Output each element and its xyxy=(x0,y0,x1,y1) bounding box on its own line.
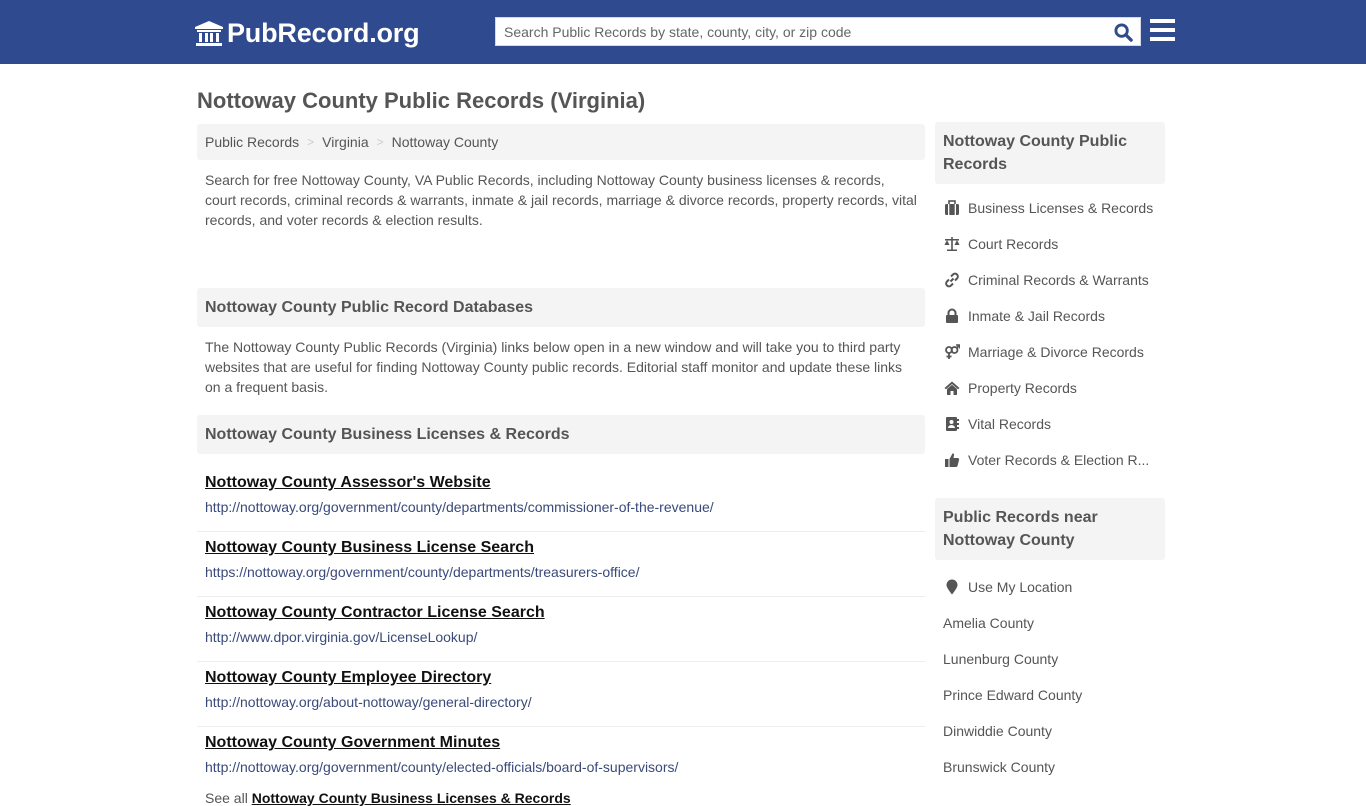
lock-icon xyxy=(943,308,960,324)
sidebar-item-label: Criminal Records & Warrants xyxy=(968,272,1149,288)
menu-bar-icon xyxy=(1150,37,1175,41)
search-button[interactable] xyxy=(1110,20,1136,44)
sidebar-item-voter-records[interactable]: Voter Records & Election R... xyxy=(935,442,1165,478)
sidebar-item-label: Business Licenses & Records xyxy=(968,200,1154,216)
search-bar xyxy=(495,17,1141,46)
nearby-county-link[interactable]: Amelia County xyxy=(935,605,1165,641)
logo-text: PubRecord.org xyxy=(227,18,420,48)
search-icon xyxy=(1113,22,1133,42)
page-title: Nottoway County Public Records (Virginia… xyxy=(197,88,646,113)
databases-description: The Nottoway County Public Records (Virg… xyxy=(205,339,903,395)
map-marker-icon xyxy=(943,579,960,595)
thumbs-up-icon xyxy=(943,452,960,468)
nearby-county-link[interactable]: Prince Edward County xyxy=(935,677,1165,713)
site-logo[interactable]: PubRecord.org xyxy=(195,18,420,49)
briefcase-icon xyxy=(943,200,960,216)
databases-heading: Nottoway County Public Record Databases xyxy=(197,288,925,327)
sidebar-records-list: Business Licenses & Records Court Record… xyxy=(935,184,1165,478)
see-all-prefix: See all xyxy=(205,790,248,806)
menu-bar-icon xyxy=(1150,19,1175,23)
intro-text: Search for free Nottoway County, VA Publ… xyxy=(205,172,917,228)
sidebar-item-label: Property Records xyxy=(968,380,1077,396)
breadcrumb-separator: > xyxy=(376,135,384,149)
breadcrumb-virginia[interactable]: Virginia xyxy=(322,134,368,150)
sidebar-item-label: Court Records xyxy=(968,236,1059,252)
sidebar-item-marriage-records[interactable]: Marriage & Divorce Records xyxy=(935,334,1165,370)
use-my-location-label: Use My Location xyxy=(968,579,1073,595)
sidebar-item-property-records[interactable]: Property Records xyxy=(935,370,1165,406)
record-link-title[interactable]: Nottoway County Assessor's Website xyxy=(205,473,917,493)
use-my-location-button[interactable]: Use My Location xyxy=(935,569,1165,605)
breadcrumb-public-records[interactable]: Public Records xyxy=(205,134,299,150)
record-link-title[interactable]: Nottoway County Business License Search xyxy=(205,538,917,558)
balance-scale-icon xyxy=(943,236,960,252)
list-item: Nottoway County Business License Search … xyxy=(197,532,925,597)
see-all-row: See all Nottoway County Business License… xyxy=(197,790,925,806)
courthouse-icon xyxy=(195,20,223,46)
address-book-icon xyxy=(943,416,960,432)
record-link-url: https://nottoway.org/government/county/d… xyxy=(205,564,640,580)
list-item: Nottoway County Assessor's Website http:… xyxy=(197,467,925,532)
see-all-link[interactable]: Nottoway County Business Licenses & Reco… xyxy=(252,790,571,806)
hamburger-menu-button[interactable] xyxy=(1150,19,1175,43)
business-links-list: Nottoway County Assessor's Website http:… xyxy=(197,467,925,792)
sidebar-nearby-list: Use My Location Amelia County Lunenburg … xyxy=(935,560,1165,785)
list-item: Nottoway County Employee Directory http:… xyxy=(197,662,925,727)
venus-mars-icon xyxy=(943,344,960,360)
sidebar-item-label: Voter Records & Election R... xyxy=(968,452,1150,468)
main-content: Public Records > Virginia > Nottoway Cou… xyxy=(197,124,925,806)
sidebar-item-criminal-records[interactable]: Criminal Records & Warrants xyxy=(935,262,1165,298)
sidebar-item-label: Marriage & Divorce Records xyxy=(968,344,1144,360)
record-link-title[interactable]: Nottoway County Contractor License Searc… xyxy=(205,603,917,623)
business-section-heading: Nottoway County Business Licenses & Reco… xyxy=(197,415,925,454)
breadcrumb-nottoway-county[interactable]: Nottoway County xyxy=(392,134,499,150)
site-header: PubRecord.org xyxy=(0,0,1366,64)
search-input[interactable] xyxy=(496,18,1106,45)
nearby-county-link[interactable]: Dinwiddie County xyxy=(935,713,1165,749)
sidebar-item-vital-records[interactable]: Vital Records xyxy=(935,406,1165,442)
sidebar-item-label: Vital Records xyxy=(968,416,1052,432)
sidebar-item-inmate-records[interactable]: Inmate & Jail Records xyxy=(935,298,1165,334)
list-item: Nottoway County Contractor License Searc… xyxy=(197,597,925,662)
link-icon xyxy=(943,272,960,288)
record-link-url: http://nottoway.org/government/county/de… xyxy=(205,499,714,515)
record-link-url: http://nottoway.org/government/county/el… xyxy=(205,759,679,775)
nearby-county-link[interactable]: Brunswick County xyxy=(935,749,1165,785)
sidebar-item-label: Inmate & Jail Records xyxy=(968,308,1105,324)
record-link-title[interactable]: Nottoway County Employee Directory xyxy=(205,668,917,688)
menu-bar-icon xyxy=(1150,28,1175,32)
record-link-url: http://nottoway.org/about-nottoway/gener… xyxy=(205,694,532,710)
breadcrumb-separator: > xyxy=(307,135,315,149)
sidebar-item-business-licenses[interactable]: Business Licenses & Records xyxy=(935,190,1165,226)
breadcrumb: Public Records > Virginia > Nottoway Cou… xyxy=(197,124,925,160)
nearby-county-link[interactable]: Lunenburg County xyxy=(935,641,1165,677)
sidebar-item-court-records[interactable]: Court Records xyxy=(935,226,1165,262)
record-link-title[interactable]: Nottoway County Government Minutes xyxy=(205,733,917,753)
sidebar-records-heading: Nottoway County Public Records xyxy=(935,122,1165,184)
home-icon xyxy=(943,380,960,396)
record-link-url: http://www.dpor.virginia.gov/LicenseLook… xyxy=(205,629,478,645)
sidebar-nearby-heading: Public Records near Nottoway County xyxy=(935,498,1165,560)
sidebar: Nottoway County Public Records Business … xyxy=(935,122,1165,785)
list-item: Nottoway County Government Minutes http:… xyxy=(197,727,925,792)
